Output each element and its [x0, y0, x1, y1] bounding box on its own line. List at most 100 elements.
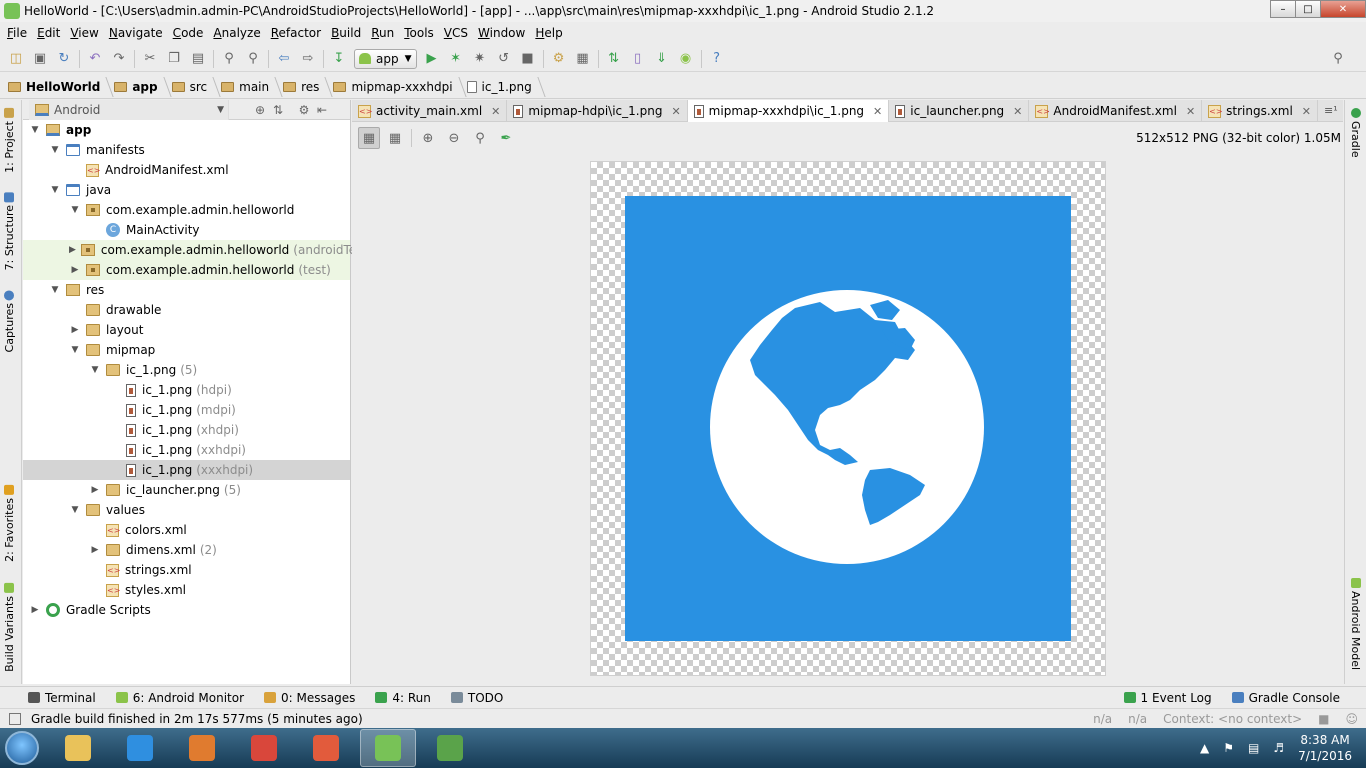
menu-file[interactable]: File — [2, 26, 32, 40]
breadcrumb-item[interactable]: res — [283, 80, 333, 94]
tabs-overflow-button[interactable]: ≡¹ — [1318, 100, 1344, 121]
paste-icon[interactable]: ▤ — [188, 49, 208, 69]
close-button[interactable]: ✕ — [1320, 0, 1366, 18]
sync-icon[interactable]: ↻ — [54, 49, 74, 69]
menu-edit[interactable]: Edit — [32, 26, 65, 40]
expanded-arrow-icon[interactable]: ▼ — [69, 204, 81, 216]
breadcrumb-item[interactable]: ic_1.png — [466, 80, 546, 94]
tool-tab-android-model[interactable]: Android Model — [1349, 578, 1362, 670]
expanded-arrow-icon[interactable]: ▼ — [49, 184, 61, 196]
editor-tab[interactable]: <> activity_main.xml ✕ — [352, 100, 508, 122]
make-icon[interactable]: ↧ — [329, 49, 349, 69]
breadcrumb-item[interactable]: app — [114, 80, 171, 94]
scroll-from-source-icon[interactable]: ⊕ — [251, 101, 269, 119]
tree-item[interactable]: drawable — [23, 300, 350, 320]
menu-vcs[interactable]: VCS — [439, 26, 473, 40]
actual-size-icon[interactable]: ⚲ — [469, 127, 491, 149]
tree-item[interactable]: <> AndroidManifest.xml — [23, 160, 350, 180]
tree-item[interactable]: ic_1.png (xxxhdpi) — [23, 460, 350, 480]
back-icon[interactable]: ⇦ — [274, 49, 294, 69]
tree-item[interactable]: <> colors.xml — [23, 520, 350, 540]
close-tab-icon[interactable]: ✕ — [671, 105, 680, 118]
menu-help[interactable]: Help — [530, 26, 567, 40]
explorer-app[interactable] — [50, 729, 106, 767]
tool-tab-gradle[interactable]: Gradle — [1349, 108, 1362, 158]
tree-item[interactable]: ▼ ic_1.png (5) — [23, 360, 350, 380]
editor-tab[interactable]: <> strings.xml ✕ — [1202, 100, 1319, 122]
save-icon[interactable]: ▣ — [30, 49, 50, 69]
expanded-arrow-icon[interactable]: ▼ — [69, 504, 81, 516]
tree-item[interactable]: ic_1.png (xhdpi) — [23, 420, 350, 440]
collapsed-arrow-icon[interactable]: ▶ — [69, 244, 76, 256]
run-icon[interactable]: ▶ — [422, 49, 442, 69]
editor-tab[interactable]: mipmap-hdpi\ic_1.png ✕ — [507, 100, 688, 122]
tree-item[interactable]: ▼ mipmap — [23, 340, 350, 360]
editor-tab[interactable]: mipmap-xxxhdpi\ic_1.png ✕ — [687, 100, 890, 122]
tree-item[interactable]: ▶ Gradle Scripts — [23, 600, 350, 620]
menu-analyze[interactable]: Analyze — [208, 26, 265, 40]
copy-icon[interactable]: ❐ — [164, 49, 184, 69]
menu-build[interactable]: Build — [326, 26, 366, 40]
tree-item[interactable]: <> styles.xml — [23, 580, 350, 600]
menu-view[interactable]: View — [65, 26, 103, 40]
tree-item[interactable]: ▼ com.example.admin.helloworld — [23, 200, 350, 220]
minimize-button[interactable]: – — [1270, 0, 1296, 18]
bottom-tool-tab[interactable]: 4: Run — [365, 691, 441, 705]
bottom-tool-tab[interactable]: Gradle Console — [1222, 691, 1350, 705]
tool-tab-structure[interactable]: 7: Structure — [3, 192, 16, 270]
project-view-select[interactable]: Android ▼ — [29, 99, 229, 120]
color-picker-icon[interactable]: ✒ — [495, 127, 517, 149]
close-tab-icon[interactable]: ✕ — [1186, 105, 1195, 118]
home-app[interactable] — [298, 729, 354, 767]
tree-item[interactable]: <> strings.xml — [23, 560, 350, 580]
android-icon[interactable]: ◉ — [676, 49, 696, 69]
device-monitor-icon[interactable]: ⇓ — [652, 49, 672, 69]
menu-code[interactable]: Code — [168, 26, 209, 40]
expanded-arrow-icon[interactable]: ▼ — [29, 124, 41, 136]
close-tab-icon[interactable]: ✕ — [491, 105, 500, 118]
close-tab-icon[interactable]: ✕ — [1013, 105, 1022, 118]
tree-item[interactable]: ▶ ic_launcher.png (5) — [23, 480, 350, 500]
tool-tab-captures[interactable]: Captures — [3, 290, 16, 352]
tree-item[interactable]: ▼ values — [23, 500, 350, 520]
breadcrumb-item[interactable]: main — [221, 80, 283, 94]
close-tab-icon[interactable]: ✕ — [873, 105, 882, 118]
tree-item[interactable]: ▶ com.example.admin.helloworld (androidTes… — [23, 240, 372, 260]
action-center-flag-icon[interactable]: ⚑ — [1223, 741, 1234, 755]
close-tab-icon[interactable]: ✕ — [1302, 105, 1311, 118]
collapsed-arrow-icon[interactable]: ▶ — [69, 324, 81, 336]
hide-panel-icon[interactable]: ⇤ — [313, 101, 331, 119]
internet-explorer-app[interactable] — [112, 729, 168, 767]
editor-tab[interactable]: <> AndroidManifest.xml ✕ — [1029, 100, 1203, 122]
zoom-out-icon[interactable]: ⊖ — [443, 127, 465, 149]
project-structure-icon[interactable]: ⚙ — [549, 49, 569, 69]
volume-icon[interactable]: ♬ — [1273, 741, 1284, 755]
collapsed-arrow-icon[interactable]: ▶ — [89, 544, 101, 556]
android-studio-app[interactable] — [360, 729, 416, 767]
tree-item[interactable]: ▼ app — [23, 120, 350, 140]
tree-item[interactable]: C MainActivity — [23, 220, 350, 240]
collapsed-arrow-icon[interactable]: ▶ — [69, 264, 81, 276]
android-sdk-app[interactable] — [422, 729, 478, 767]
tool-tab-favorites[interactable]: 2: Favorites — [3, 485, 16, 562]
run-config-dropdown[interactable]: app ▼ — [354, 48, 417, 69]
sdk-manager-icon[interactable]: ▦ — [573, 49, 593, 69]
menu-window[interactable]: Window — [473, 26, 530, 40]
bottom-tool-tab[interactable]: 0: Messages — [254, 691, 365, 705]
menu-refactor[interactable]: Refactor — [266, 26, 326, 40]
expanded-arrow-icon[interactable]: ▼ — [49, 144, 61, 156]
lock-icon[interactable]: ■ — [1318, 712, 1329, 726]
apply-changes-icon[interactable]: ↺ — [494, 49, 514, 69]
bottom-tool-tab[interactable]: Terminal — [18, 691, 106, 705]
tree-item[interactable]: ic_1.png (mdpi) — [23, 400, 350, 420]
bottom-tool-tab[interactable]: TODO — [441, 691, 513, 705]
chessboard-toggle-icon[interactable]: ▦ — [358, 127, 380, 149]
start-button[interactable] — [0, 728, 44, 768]
open-icon[interactable]: ◫ — [6, 49, 26, 69]
undo-icon[interactable]: ↶ — [85, 49, 105, 69]
expanded-arrow-icon[interactable]: ▼ — [89, 364, 101, 376]
tree-item[interactable]: ▼ manifests — [23, 140, 350, 160]
breadcrumb-item[interactable]: mipmap-xxxhdpi — [333, 80, 466, 94]
help-icon[interactable]: ? — [707, 49, 727, 69]
tree-item[interactable]: ▶ com.example.admin.helloworld (test) — [23, 260, 350, 280]
